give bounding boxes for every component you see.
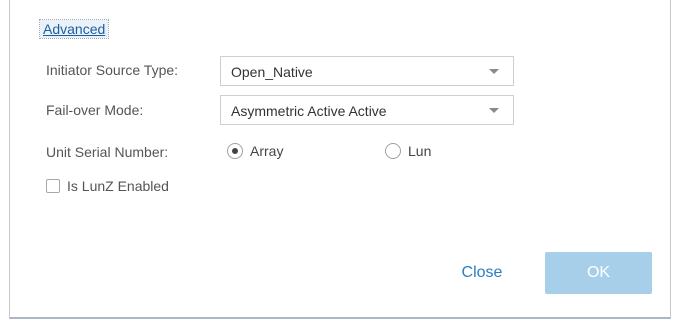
unit-serial-number-label: Unit Serial Number:	[46, 144, 169, 160]
initiator-source-type-label: Initiator Source Type:	[46, 62, 179, 78]
radio-array-circle[interactable]	[227, 143, 243, 159]
chevron-down-icon	[489, 108, 499, 113]
failover-mode-label: Fail-over Mode:	[46, 102, 144, 118]
failover-mode-value: Asymmetric Active Active	[231, 103, 387, 119]
chevron-down-icon	[489, 69, 499, 74]
radio-selected-dot	[232, 148, 238, 154]
failover-mode-select[interactable]: Asymmetric Active Active	[220, 95, 514, 125]
radio-lun-circle[interactable]	[385, 143, 401, 159]
initiator-source-type-value: Open_Native	[231, 64, 313, 80]
advanced-link[interactable]: Advanced	[38, 19, 110, 39]
ok-button[interactable]: OK	[545, 252, 652, 294]
advanced-dialog: Advanced Initiator Source Type: Open_Nat…	[9, 0, 671, 319]
close-button[interactable]: Close	[446, 252, 518, 294]
radio-array[interactable]: Array	[227, 141, 283, 161]
lunz-enabled-label: Is LunZ Enabled	[67, 178, 169, 194]
lunz-enabled-checkbox-row[interactable]: Is LunZ Enabled	[46, 178, 169, 194]
lunz-enabled-checkbox[interactable]	[46, 179, 60, 193]
initiator-source-type-select[interactable]: Open_Native	[220, 56, 514, 86]
radio-array-label: Array	[250, 143, 284, 159]
radio-lun[interactable]: Lun	[385, 141, 431, 161]
radio-lun-label: Lun	[408, 143, 432, 159]
